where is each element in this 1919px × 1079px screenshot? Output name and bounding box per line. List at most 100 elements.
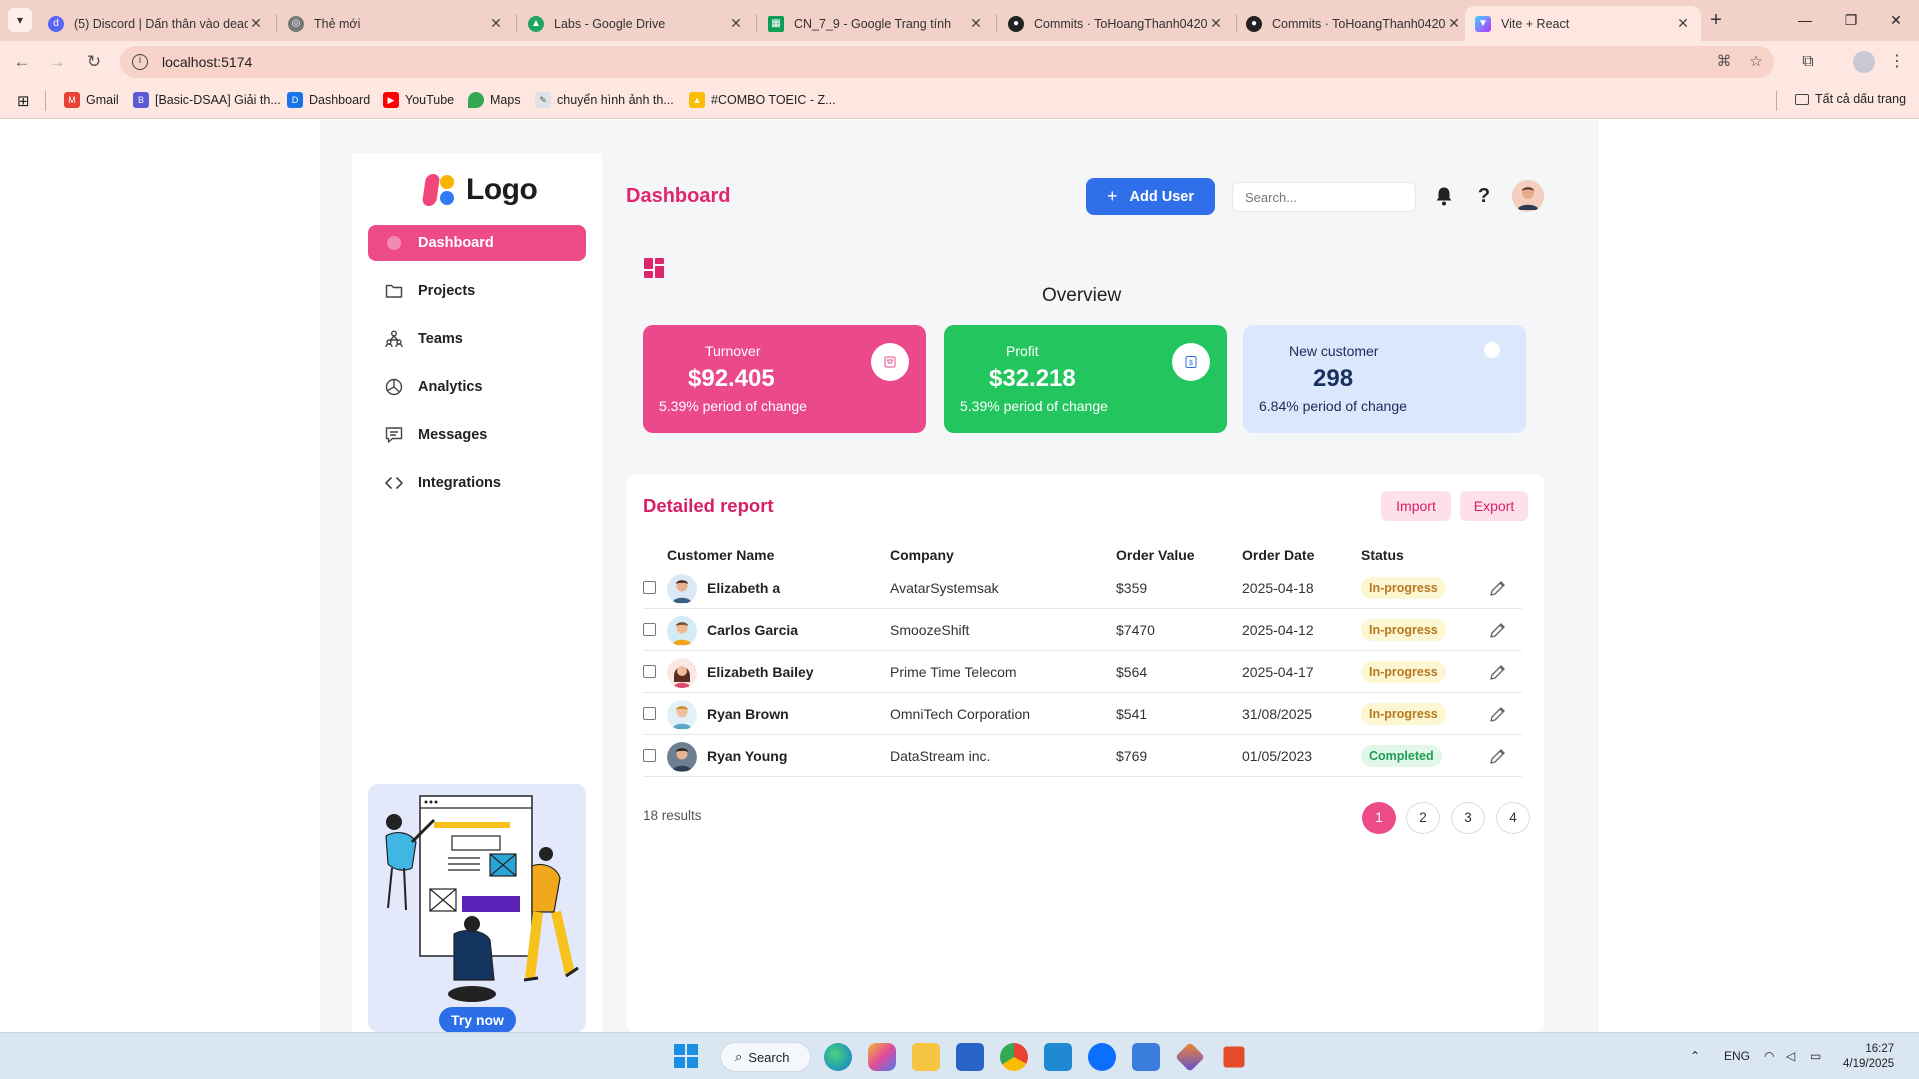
tray-chevron-icon[interactable]: ⌃ — [1690, 1049, 1700, 1063]
browser-menu-icon[interactable]: ⋮ — [1886, 51, 1908, 73]
page-button-3[interactable]: 3 — [1451, 802, 1485, 834]
extensions-icon[interactable]: ⧉ — [1797, 51, 1819, 73]
back-button[interactable]: ← — [10, 51, 34, 75]
sidebar-item-projects[interactable]: Projects — [368, 273, 586, 309]
user-avatar[interactable] — [1512, 180, 1544, 212]
edit-icon[interactable] — [1488, 662, 1508, 682]
vscode-icon[interactable] — [1044, 1043, 1072, 1071]
reload-button[interactable]: ↻ — [82, 51, 106, 75]
try-now-button[interactable]: Try now — [439, 1007, 516, 1033]
browser-tab[interactable]: ◎ Thẻ mới ✕ — [278, 6, 514, 41]
snipping-tool-icon[interactable] — [1223, 1046, 1245, 1068]
browser-tab[interactable]: ● Commits · ToHoangThanh0420 ✕ — [1236, 6, 1472, 41]
bookmark-dsaa[interactable]: B [Basic-DSAA] Giải th... — [133, 92, 281, 108]
close-tab-icon[interactable]: ✕ — [1675, 15, 1691, 32]
sidebar-item-messages[interactable]: Messages — [368, 417, 586, 453]
help-icon[interactable]: ? — [1472, 184, 1496, 208]
copilot-icon[interactable] — [868, 1043, 896, 1071]
bookmark-label: chuyển hình ảnh th... — [557, 93, 674, 107]
row-checkbox[interactable] — [643, 623, 656, 636]
apps-icon[interactable]: ⊞ — [17, 92, 30, 110]
bookmark-gmail[interactable]: M Gmail — [64, 92, 119, 108]
column-header-status[interactable]: Status — [1361, 547, 1404, 563]
sidebar-item-teams[interactable]: Teams — [368, 321, 586, 357]
translate-icon[interactable]: ⌘ — [1715, 53, 1733, 71]
close-tab-icon[interactable]: ✕ — [1208, 15, 1224, 32]
page-button-4[interactable]: 4 — [1496, 802, 1530, 834]
row-checkbox[interactable] — [643, 581, 656, 594]
bookmark-toeic[interactable]: ▲ #COMBO TOEIC - Z... — [689, 92, 836, 108]
chrome-icon[interactable] — [1000, 1043, 1028, 1071]
card-change: 5.39% period of change — [960, 398, 1108, 414]
windows-start-icon[interactable] — [673, 1043, 701, 1071]
forward-button[interactable]: → — [45, 51, 69, 75]
edit-icon[interactable] — [1488, 578, 1508, 598]
add-user-button[interactable]: + Add User — [1086, 178, 1215, 215]
wifi-icon[interactable]: ◠ — [1764, 1049, 1774, 1063]
browser-tab[interactable]: d (5) Discord | Dấn thân vào deadl ✕ — [38, 6, 274, 41]
table-row[interactable]: Elizabeth a AvatarSystemsak $359 2025-04… — [643, 567, 1522, 609]
url-text[interactable]: localhost:5174 — [162, 54, 252, 70]
page-button-1[interactable]: 1 — [1362, 802, 1396, 834]
site-info-icon[interactable]: i — [132, 54, 148, 70]
export-button[interactable]: Export — [1460, 491, 1528, 521]
system-clock[interactable]: 16:27 4/19/2025 — [1843, 1042, 1894, 1072]
zalo-icon[interactable] — [1088, 1043, 1116, 1071]
column-header-order-date[interactable]: Order Date — [1242, 547, 1314, 563]
page-button-2[interactable]: 2 — [1406, 802, 1440, 834]
volume-icon[interactable]: ◁ — [1786, 1049, 1795, 1063]
app-icon[interactable] — [1175, 1042, 1205, 1072]
edit-icon[interactable] — [1488, 746, 1508, 766]
browser-tab[interactable]: ▲ Labs - Google Drive ✕ — [518, 6, 754, 41]
table-row[interactable]: Ryan Brown OmniTech Corporation $541 31/… — [643, 693, 1522, 735]
row-checkbox[interactable] — [643, 665, 656, 678]
battery-icon[interactable]: ▭ — [1810, 1049, 1821, 1063]
table-row[interactable]: Ryan Young DataStream inc. $769 01/05/20… — [643, 735, 1522, 777]
store-icon[interactable] — [956, 1043, 984, 1071]
browser-tab[interactable]: ● Commits · ToHoangThanh0420 ✕ — [998, 6, 1234, 41]
browser-tab[interactable]: ▦ CN_7_9 - Google Trang tính ✕ — [758, 6, 994, 41]
row-checkbox[interactable] — [643, 707, 656, 720]
minimize-button[interactable]: — — [1782, 8, 1828, 32]
bookmark-youtube[interactable]: ▶ YouTube — [383, 92, 454, 108]
import-button[interactable]: Import — [1381, 491, 1451, 521]
search-input[interactable] — [1232, 182, 1416, 212]
row-checkbox[interactable] — [643, 749, 656, 762]
table-row[interactable]: Carlos Garcia SmoozeShift $7470 2025-04-… — [643, 609, 1522, 651]
language-indicator[interactable]: ENG — [1724, 1049, 1750, 1063]
close-tab-icon[interactable]: ✕ — [248, 15, 264, 32]
all-bookmarks[interactable]: Tất cả dấu trang — [1795, 92, 1906, 106]
browser-tab-active[interactable]: ▼ Vite + React ✕ — [1465, 6, 1701, 41]
address-bar[interactable]: i localhost:5174 ⌘ ☆ — [120, 46, 1774, 78]
notepad-icon[interactable] — [1132, 1043, 1160, 1071]
maps-icon — [468, 92, 484, 108]
edge-icon[interactable] — [824, 1043, 852, 1071]
sidebar-item-label: Projects — [418, 283, 476, 299]
logo[interactable]: Logo — [421, 172, 538, 208]
restore-button[interactable]: ❐ — [1828, 8, 1874, 32]
bookmark-maps[interactable]: Maps — [468, 92, 521, 108]
bookmark-dashboard[interactable]: D Dashboard — [287, 92, 370, 108]
edit-icon[interactable] — [1488, 620, 1508, 640]
column-header-customer[interactable]: Customer Name — [667, 547, 774, 563]
table-row[interactable]: Elizabeth Bailey Prime Time Telecom $564… — [643, 651, 1522, 693]
taskbar-search[interactable]: ⌕ Search — [720, 1042, 811, 1072]
sidebar-item-dashboard[interactable]: Dashboard — [368, 225, 586, 261]
close-window-button[interactable]: ✕ — [1873, 8, 1919, 32]
close-tab-icon[interactable]: ✕ — [488, 15, 504, 32]
edit-icon[interactable] — [1488, 704, 1508, 724]
close-tab-icon[interactable]: ✕ — [1446, 15, 1462, 32]
sidebar-item-analytics[interactable]: Analytics — [368, 369, 586, 405]
file-explorer-icon[interactable] — [912, 1043, 940, 1071]
close-tab-icon[interactable]: ✕ — [968, 15, 984, 32]
close-tab-icon[interactable]: ✕ — [728, 15, 744, 32]
bookmark-star-icon[interactable]: ☆ — [1747, 53, 1765, 71]
column-header-company[interactable]: Company — [890, 547, 954, 563]
column-header-order-value[interactable]: Order Value — [1116, 547, 1195, 563]
tab-search-button[interactable]: ▾ — [8, 8, 32, 32]
bookmark-convert[interactable]: ✎ chuyển hình ảnh th... — [535, 92, 674, 108]
bell-icon[interactable] — [1432, 184, 1456, 208]
sidebar-item-integrations[interactable]: Integrations — [368, 465, 586, 501]
profile-avatar[interactable] — [1853, 51, 1875, 73]
new-tab-button[interactable]: + — [1703, 8, 1729, 34]
